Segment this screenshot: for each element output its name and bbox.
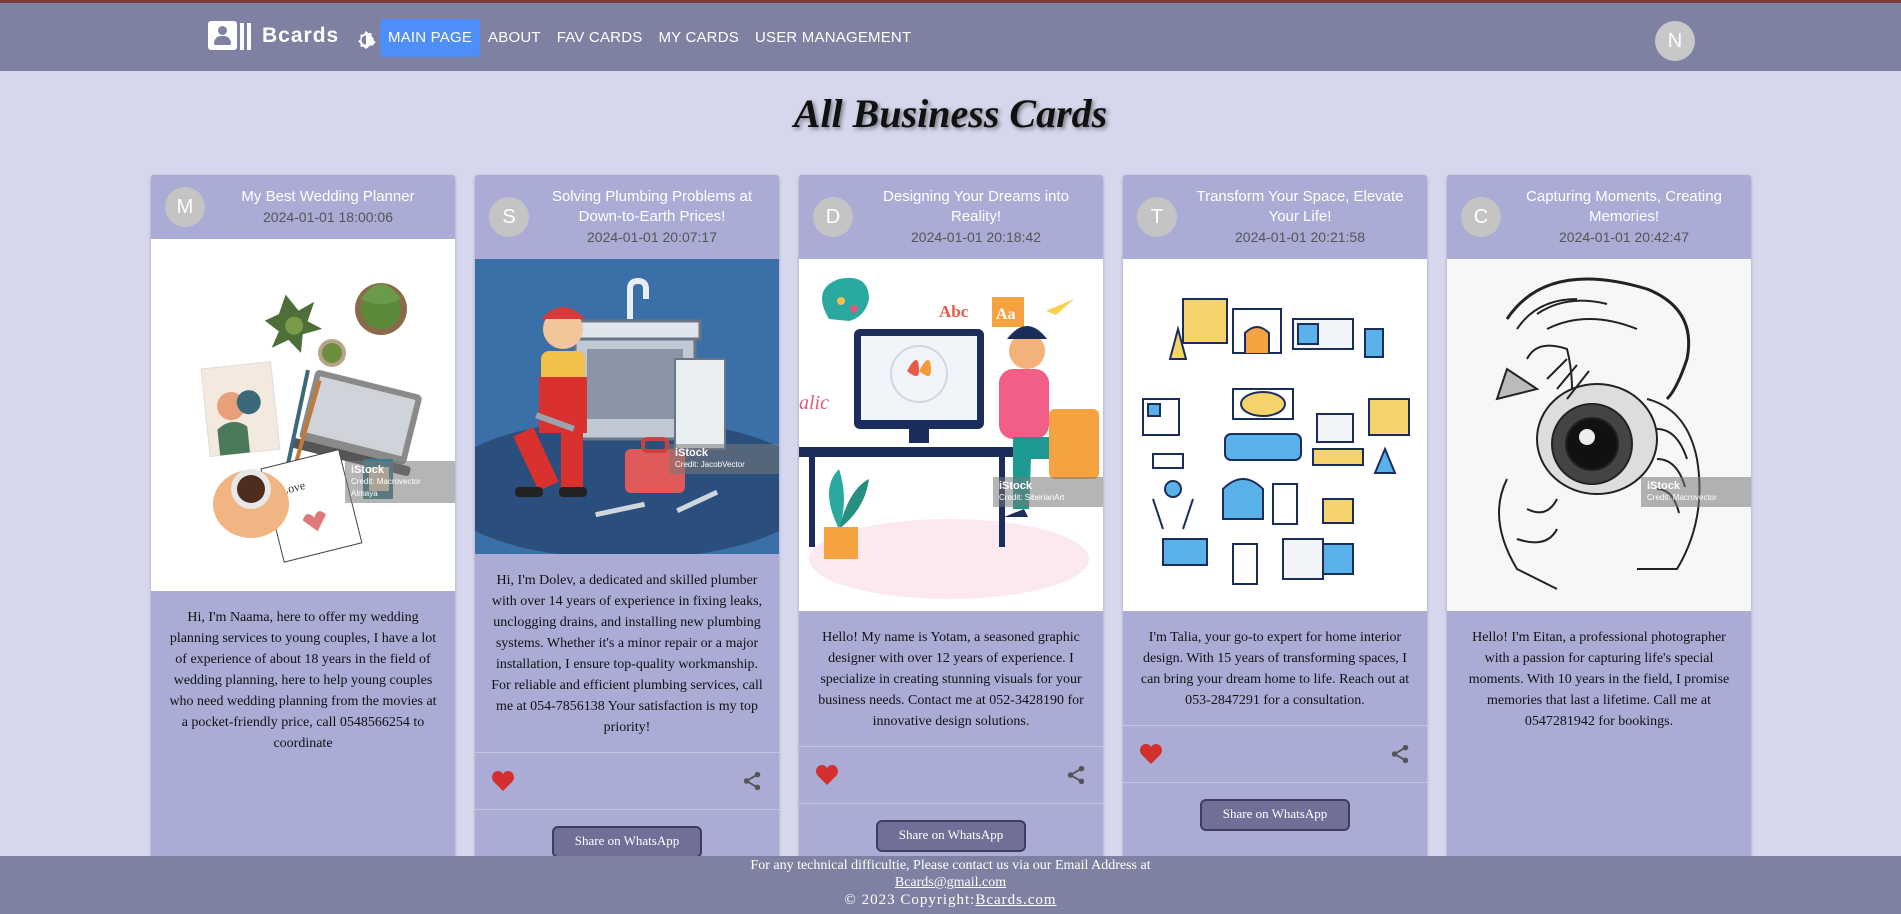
card-title: Solving Plumbing Problems at Down-to-Ear…: [551, 188, 753, 225]
footer-copyright: © 2023 Copyright:Bcards.com: [0, 892, 1901, 909]
card-title: My Best Wedding Planner: [241, 188, 415, 205]
app-header: Bcards MAIN PAGE ABOUT FAV CARDS MY CARD…: [0, 3, 1901, 71]
card-actions: [475, 753, 779, 809]
nav-user-management[interactable]: USER MANAGEMENT: [747, 19, 919, 57]
card-image[interactable]: Abc Aa alic iStock Credit: SiberianArt: [799, 259, 1103, 611]
watermark: iStock Credit: Macrovector Almaya: [345, 461, 455, 503]
card-actions: [799, 747, 1103, 803]
card-header: T Transform Your Space, Elevate Your Lif…: [1123, 175, 1427, 259]
share-icon[interactable]: [1065, 764, 1087, 786]
page-title: All Business Cards: [793, 91, 1108, 136]
card-title: Designing Your Dreams into Reality!: [883, 188, 1069, 225]
card-description: Hello! I'm Eitan, a professional photogr…: [1468, 630, 1730, 729]
card-avatar: T: [1137, 197, 1177, 237]
card-date: 2024-01-01 20:21:58: [1235, 229, 1365, 245]
watermark: iStock Credit: JacobVector: [669, 444, 779, 474]
brand-name: Bcards: [262, 24, 340, 47]
share-icon[interactable]: [741, 770, 763, 792]
footer-contact-text: For any technical difficultie, Please co…: [750, 858, 1151, 873]
logo-icon: [208, 21, 254, 51]
business-card[interactable]: D Designing Your Dreams into Reality! 20…: [799, 175, 1103, 914]
card-date: 2024-01-01 18:00:06: [263, 209, 393, 225]
business-card[interactable]: C Capturing Moments, Creating Memories! …: [1447, 175, 1751, 914]
footer: For any technical difficultie, Please co…: [0, 856, 1901, 914]
brand[interactable]: Bcards: [208, 21, 339, 51]
card-description: Hi, I'm Naama, here to offer my wedding …: [169, 610, 437, 751]
card-image[interactable]: iStock Credit: JacobVector: [475, 259, 779, 554]
user-avatar[interactable]: N: [1655, 21, 1695, 61]
card-avatar: C: [1461, 197, 1501, 237]
svg-text:Abc: Abc: [939, 302, 969, 321]
main-nav: MAIN PAGE ABOUT FAV CARDS MY CARDS USER …: [380, 19, 919, 57]
footer-email-link[interactable]: Bcards@gmail.com: [895, 875, 1006, 890]
card-date: 2024-01-01 20:07:17: [587, 229, 717, 245]
business-card[interactable]: T Transform Your Space, Elevate Your Lif…: [1123, 175, 1427, 914]
card-avatar: M: [165, 187, 205, 227]
heart-icon[interactable]: [815, 764, 839, 786]
card-header: S Solving Plumbing Problems at Down-to-E…: [475, 175, 779, 259]
business-card[interactable]: M My Best Wedding Planner 2024-01-01 18:…: [151, 175, 455, 914]
card-image[interactable]: [1123, 259, 1427, 611]
heart-icon[interactable]: [491, 770, 515, 792]
footer-site-link[interactable]: Bcards.com: [975, 892, 1056, 908]
cards-grid: M My Best Wedding Planner 2024-01-01 18:…: [151, 175, 1771, 914]
nav-fav-cards[interactable]: FAV CARDS: [549, 19, 651, 57]
card-header: C Capturing Moments, Creating Memories! …: [1447, 175, 1751, 259]
share-whatsapp-button[interactable]: Share on WhatsApp: [876, 820, 1026, 852]
card-title: Capturing Moments, Creating Memories!: [1526, 188, 1722, 225]
watermark: iStock Credit: Macrovector: [1641, 477, 1751, 507]
nav-about[interactable]: ABOUT: [480, 19, 549, 57]
card-date: 2024-01-01 20:18:42: [911, 229, 1041, 245]
card-avatar: D: [813, 197, 853, 237]
card-header: D Designing Your Dreams into Reality! 20…: [799, 175, 1103, 259]
watermark: iStock Credit: SiberianArt: [993, 477, 1103, 507]
card-avatar: S: [489, 197, 529, 237]
card-title: Transform Your Space, Elevate Your Life!: [1196, 188, 1404, 225]
card-date: 2024-01-01 20:42:47: [1559, 229, 1689, 245]
card-description: Hi, I'm Dolev, a dedicated and skilled p…: [491, 573, 763, 735]
svg-text:alic: alic: [799, 392, 829, 414]
heart-icon[interactable]: [1139, 743, 1163, 765]
theme-toggle-icon[interactable]: [355, 29, 377, 51]
card-image[interactable]: iStock Credit: Macrovector: [1447, 259, 1751, 611]
card-image[interactable]: Love iStock Credit: Macrovector Almaya: [151, 239, 455, 591]
share-whatsapp-button[interactable]: Share on WhatsApp: [1200, 799, 1350, 831]
svg-text:Aa: Aa: [996, 306, 1016, 323]
card-header: M My Best Wedding Planner 2024-01-01 18:…: [151, 175, 455, 239]
card-actions: [1123, 726, 1427, 782]
nav-my-cards[interactable]: MY CARDS: [650, 19, 747, 57]
share-whatsapp-button[interactable]: Share on WhatsApp: [552, 826, 702, 858]
business-card[interactable]: S Solving Plumbing Problems at Down-to-E…: [475, 175, 779, 914]
share-icon[interactable]: [1389, 743, 1411, 765]
card-description: Hello! My name is Yotam, a seasoned grap…: [818, 630, 1084, 729]
copyright-text: © 2023 Copyright:: [844, 892, 976, 908]
nav-main-page[interactable]: MAIN PAGE: [380, 19, 481, 57]
card-description: I'm Talia, your go-to expert for home in…: [1140, 630, 1410, 708]
